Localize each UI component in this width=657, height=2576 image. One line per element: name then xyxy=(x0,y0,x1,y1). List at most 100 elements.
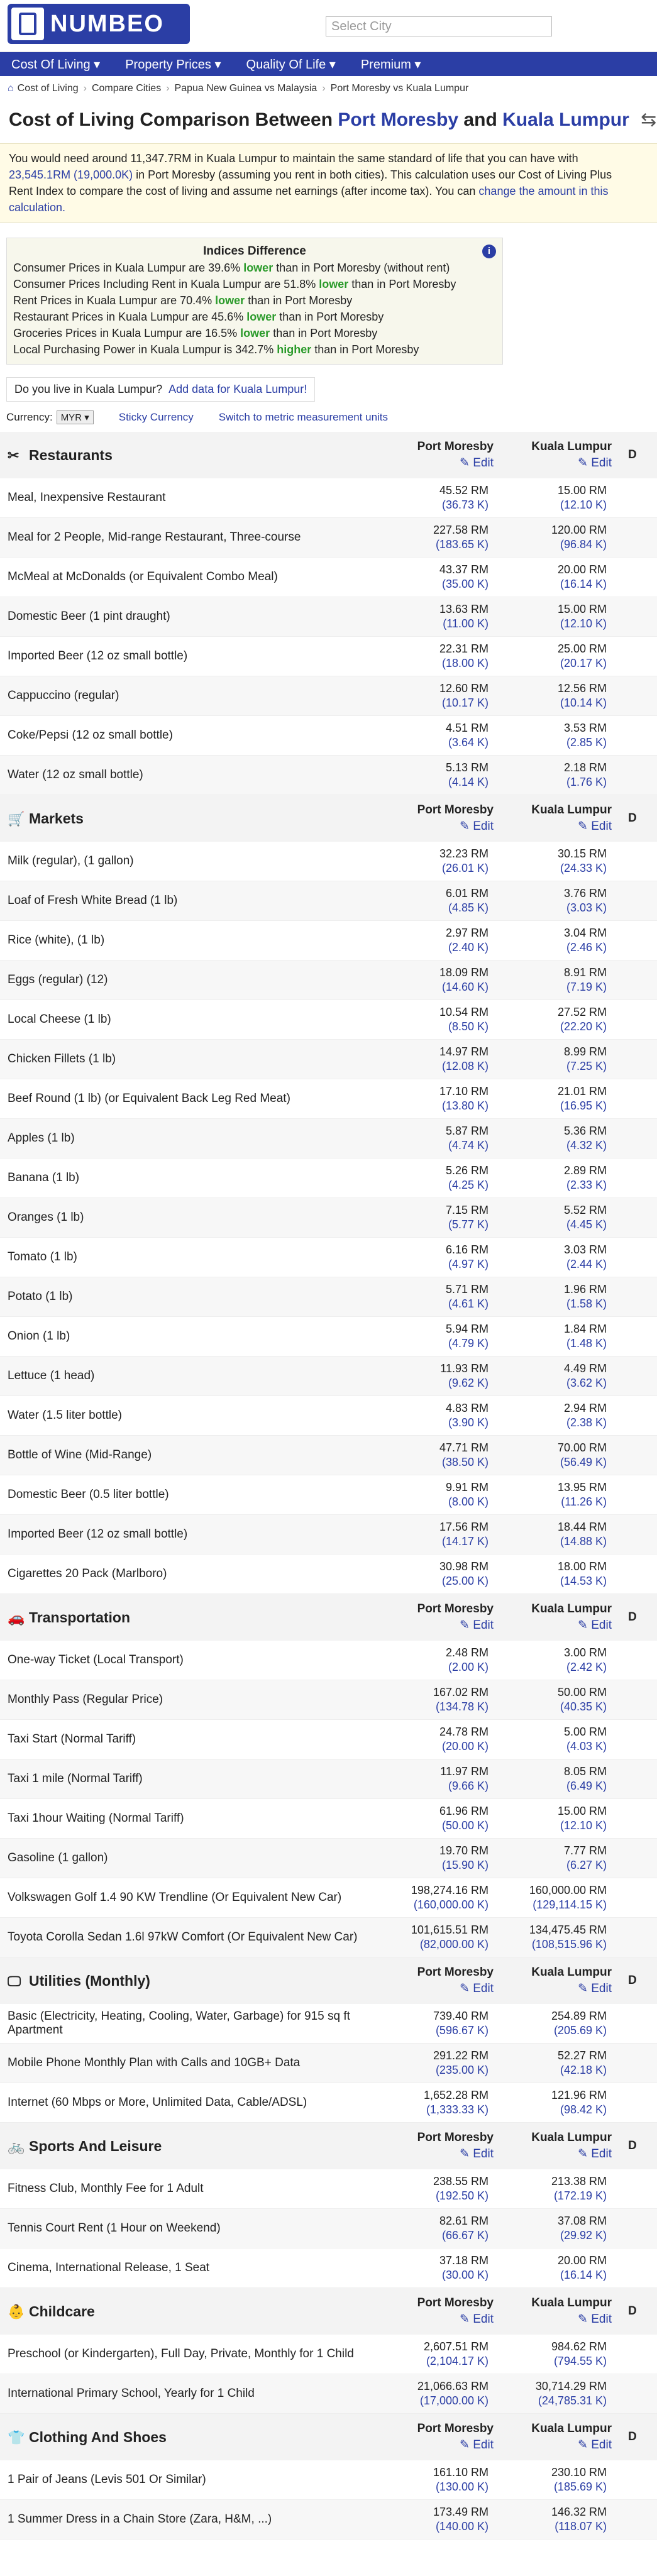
difference-cell xyxy=(624,1039,657,1079)
converted-price: (98.42 K) xyxy=(560,2103,607,2116)
converted-price: (12.08 K) xyxy=(441,1060,489,1072)
converted-price: (14.60 K) xyxy=(441,981,489,993)
item-name: Apples (1 lb) xyxy=(0,1118,407,1159)
converted-price: (40.35 K) xyxy=(560,1700,607,1713)
item-name: Eggs (regular) (12) xyxy=(0,960,407,1000)
edit-button[interactable]: ✎ Edit xyxy=(407,2311,494,2328)
price-city2: 18.00 RM (14.53 K) xyxy=(506,1554,624,1594)
logo-text: NUMBEO xyxy=(50,10,164,37)
numbeo-logo[interactable]: NUMBEO xyxy=(8,4,190,44)
price-row: Tomato (1 lb) 6.16 RM (4.97 K) 3.03 RM (2.44… xyxy=(0,1237,657,1277)
converted-price: (17,000.00 K) xyxy=(419,2394,489,2407)
edit-button[interactable]: ✎ Edit xyxy=(407,1617,494,1634)
column-header-city1: Port Moresby ✎ Edit xyxy=(407,1593,506,1641)
converted-price: (3.64 K) xyxy=(448,736,489,749)
difference-cell xyxy=(624,1917,657,1957)
edit-button[interactable]: ✎ Edit xyxy=(506,2437,612,2453)
converted-price: (1,333.33 K) xyxy=(426,2103,489,2116)
difference-cell xyxy=(624,676,657,716)
converted-price: (8.50 K) xyxy=(448,1020,489,1033)
price-city2: 21.01 RM (16.95 K) xyxy=(506,1079,624,1119)
price-city1: 739.40 RM (596.67 K) xyxy=(407,2004,506,2044)
city-search-input[interactable]: Select City xyxy=(326,16,552,36)
column-header-city1: Port Moresby ✎ Edit xyxy=(407,1957,506,2004)
breadcrumb-cities[interactable]: Port Moresby vs Kuala Lumpur xyxy=(331,83,469,94)
price-city2: 70.00 RM (56.49 K) xyxy=(506,1435,624,1475)
edit-button[interactable]: ✎ Edit xyxy=(407,455,494,471)
converted-price: (596.67 K) xyxy=(435,2024,489,2037)
pencil-icon: ✎ xyxy=(578,456,592,470)
price-city2: 120.00 RM (96.84 K) xyxy=(506,517,624,558)
edit-button[interactable]: ✎ Edit xyxy=(407,2146,494,2162)
price-city2: 2.18 RM (1.76 K) xyxy=(506,755,624,795)
converted-price: (3.62 K) xyxy=(566,1377,607,1389)
converted-price: (172.19 K) xyxy=(553,2189,607,2202)
price-city1: 9.91 RM (8.00 K) xyxy=(407,1475,506,1515)
converted-price: (160,000.00 K) xyxy=(413,1898,489,1911)
price-city2: 8.99 RM (7.25 K) xyxy=(506,1039,624,1079)
item-name: Imported Beer (12 oz small bottle) xyxy=(0,636,407,676)
home-icon[interactable]: ⌂ xyxy=(8,83,14,94)
item-name: Tomato (1 lb) xyxy=(0,1237,407,1277)
column-header-difference: D xyxy=(624,2122,657,2169)
metric-units-link[interactable]: Switch to metric measurement units xyxy=(219,411,388,424)
pencil-icon: ✎ xyxy=(460,1619,473,1632)
converted-price: (2.44 K) xyxy=(566,1258,607,1270)
amount-link[interactable]: 23,545.1RM (19,000.0K) xyxy=(9,168,133,181)
item-name: Taxi Start (Normal Tariff) xyxy=(0,1719,407,1759)
edit-button[interactable]: ✎ Edit xyxy=(506,818,612,835)
info-icon[interactable]: i xyxy=(482,245,496,258)
category-icon: 👶 xyxy=(8,2303,25,2320)
converted-price: (36.73 K) xyxy=(441,498,489,511)
price-row: Tennis Court Rent (1 Hour on Weekend) 82.… xyxy=(0,2208,657,2248)
edit-button[interactable]: ✎ Edit xyxy=(407,818,494,835)
price-row: Oranges (1 lb) 7.15 RM (5.77 K) 5.52 RM (4.4… xyxy=(0,1197,657,1238)
item-name: Domestic Beer (0.5 liter bottle) xyxy=(0,1475,407,1515)
price-city2: 1.96 RM (1.58 K) xyxy=(506,1277,624,1317)
edit-button[interactable]: ✎ Edit xyxy=(506,455,612,471)
edit-button[interactable]: ✎ Edit xyxy=(506,1981,612,1997)
nav-premium[interactable]: Premium ▾ xyxy=(361,57,421,72)
edit-button[interactable]: ✎ Edit xyxy=(506,2146,612,2162)
index-difference-row: Consumer Prices in Kuala Lumpur are 39.6… xyxy=(13,261,450,274)
city2-link[interactable]: Kuala Lumpur xyxy=(502,109,629,130)
category-name: ✂ Restaurants xyxy=(0,432,407,478)
category-name: 👶 Childcare xyxy=(0,2287,407,2335)
edit-button[interactable]: ✎ Edit xyxy=(407,2437,494,2453)
nav-quality-of-life[interactable]: Quality Of Life ▾ xyxy=(246,57,336,72)
nav-property-prices[interactable]: Property Prices ▾ xyxy=(125,57,221,72)
price-row: Gasoline (1 gallon) 19.70 RM (15.90 K) 7.77… xyxy=(0,1838,657,1878)
edit-button[interactable]: ✎ Edit xyxy=(407,1981,494,1997)
price-row: Apples (1 lb) 5.87 RM (4.74 K) 5.36 RM (4.32… xyxy=(0,1118,657,1159)
breadcrumb-countries[interactable]: Papua New Guinea vs Malaysia xyxy=(175,83,317,94)
difference-cell xyxy=(624,1316,657,1357)
column-header-difference: D xyxy=(624,2413,657,2460)
swap-cities-icon[interactable]: ⇆ xyxy=(641,109,656,130)
nav-cost-of-living[interactable]: Cost Of Living ▾ xyxy=(11,57,100,72)
item-name: Water (12 oz small bottle) xyxy=(0,755,407,795)
price-row: Domestic Beer (0.5 liter bottle) 9.91 RM(… xyxy=(0,1475,657,1515)
currency-select[interactable]: MYR ▾ xyxy=(56,410,94,424)
item-name: Basic (Electricity, Heating, Cooling, Wa… xyxy=(0,2004,407,2044)
difference-cell xyxy=(624,1079,657,1119)
edit-button[interactable]: ✎ Edit xyxy=(506,2311,612,2328)
converted-price: (4.45 K) xyxy=(566,1218,607,1231)
item-name: Monthly Pass (Regular Price) xyxy=(0,1680,407,1720)
price-city1: 5.13 RM (4.14 K) xyxy=(407,755,506,795)
column-header-difference: D xyxy=(624,795,657,842)
price-city2: 134,475.45 RM (108,515.96 K) xyxy=(506,1917,624,1957)
calculation-link[interactable]: calculation. xyxy=(9,201,65,214)
edit-button[interactable]: ✎ Edit xyxy=(506,1617,612,1634)
sticky-currency-link[interactable]: Sticky Currency xyxy=(119,411,194,424)
category-icon: 🛒 xyxy=(8,810,25,827)
price-row: 1 Summer Dress in a Chain Store (Zara, H… xyxy=(0,2499,657,2540)
difference-cell xyxy=(624,636,657,676)
breadcrumb-cost-of-living[interactable]: Cost of Living xyxy=(18,83,79,94)
change-amount-link[interactable]: change the amount in this xyxy=(478,185,608,197)
price-city1: 198,274.16 RM (160,000.00 K) xyxy=(407,1878,506,1918)
price-city1: 24.78 RM (20.00 K) xyxy=(407,1719,506,1759)
breadcrumb-compare-cities[interactable]: Compare Cities xyxy=(92,83,161,94)
page-title: Cost of Living Comparison Between Port M… xyxy=(9,109,657,130)
city1-link[interactable]: Port Moresby xyxy=(338,109,458,130)
add-data-link[interactable]: Add data for Kuala Lumpur! xyxy=(168,383,307,395)
